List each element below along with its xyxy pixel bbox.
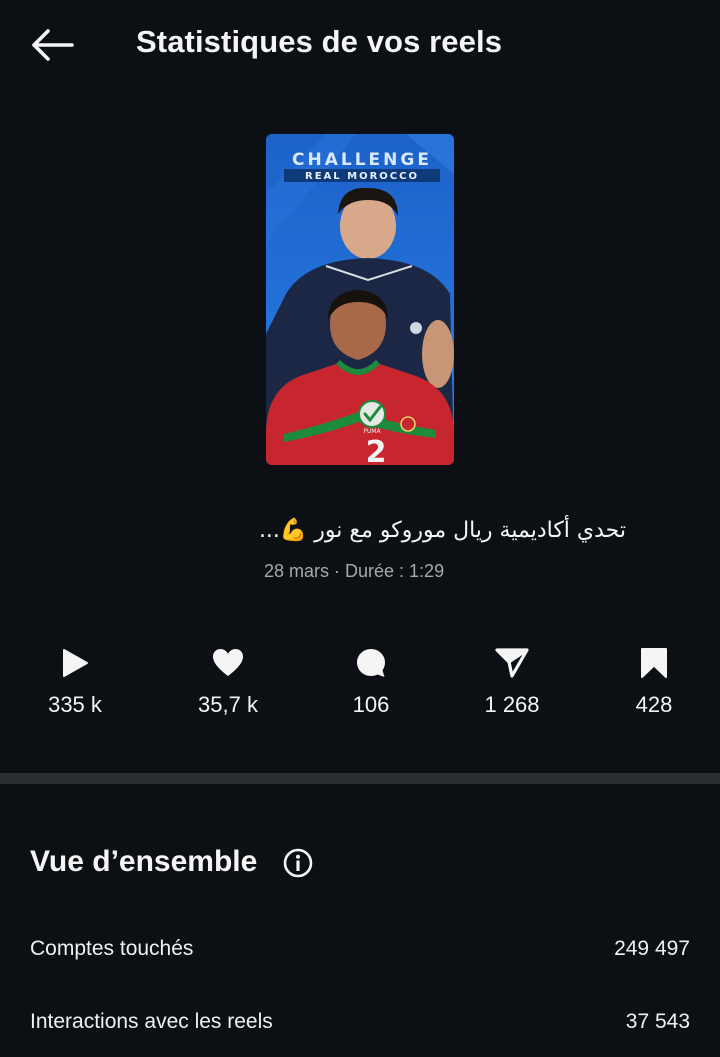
arrow-left-icon: [32, 29, 74, 61]
stat-likes-value: 35,7 k: [198, 692, 258, 717]
overview-row-interactions[interactable]: Interactions avec les reels 37 543: [30, 1002, 690, 1042]
heart-icon: [210, 645, 246, 681]
stat-plays: 335 k: [15, 645, 135, 725]
stat-comments-value: 106: [352, 692, 390, 717]
accounts-reached-label: Comptes touchés: [30, 937, 194, 960]
reel-insights-screen: Statistiques de vos reels CHALLENGE REAL…: [0, 0, 720, 1057]
thumb-challenge-text: CHALLENGE: [292, 150, 432, 170]
overview-row-accounts-reached[interactable]: Comptes touchés 249 497: [30, 929, 690, 969]
reel-meta: 28 mars · Durée : 1:29: [264, 561, 445, 581]
info-icon: [283, 848, 313, 878]
thumb-subtitle-text: REAL MOROCCO: [305, 171, 419, 182]
reel-thumbnail-image: CHALLENGE REAL MOROCCO PUMA 2: [266, 134, 454, 465]
stat-comments: 106: [311, 645, 431, 725]
overview-title: Vue d’ensemble: [30, 845, 258, 878]
play-icon: [57, 645, 93, 681]
comment-icon: [353, 645, 389, 681]
back-button[interactable]: [22, 22, 82, 68]
interactions-label: Interactions avec les reels: [30, 1010, 273, 1033]
section-divider: [0, 773, 720, 784]
info-button[interactable]: [283, 848, 313, 878]
reel-thumbnail[interactable]: CHALLENGE REAL MOROCCO PUMA 2: [266, 134, 454, 465]
thumb-brand-text: PUMA: [363, 428, 381, 435]
stat-saves: 428: [594, 645, 714, 725]
thumb-jersey-number: 2: [366, 435, 387, 465]
accounts-reached-value: 249 497: [614, 937, 690, 960]
bookmark-icon: [636, 645, 672, 681]
page-title: Statistiques de vos reels: [136, 24, 503, 59]
share-icon: [494, 645, 530, 681]
stat-saves-value: 428: [635, 692, 673, 717]
reel-caption[interactable]: تحدي أكاديمية ريال موروكو مع نور 💪...: [140, 518, 626, 543]
stat-plays-value: 335 k: [48, 692, 102, 717]
stat-likes: 35,7 k: [168, 645, 288, 725]
interactions-value: 37 543: [625, 1010, 690, 1033]
stat-shares-value: 1 268: [484, 692, 540, 717]
stat-shares: 1 268: [452, 645, 572, 725]
header: Statistiques de vos reels: [0, 0, 720, 88]
